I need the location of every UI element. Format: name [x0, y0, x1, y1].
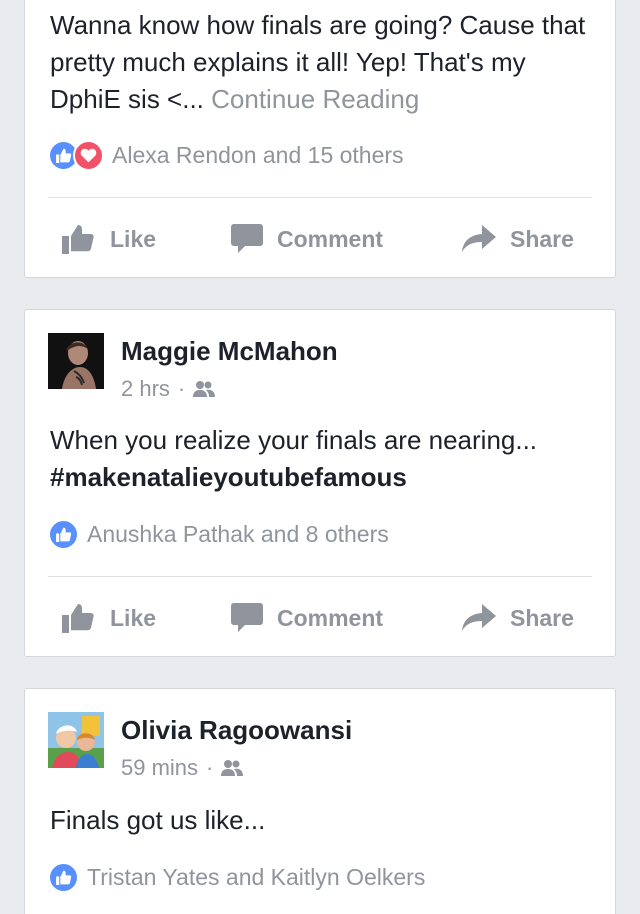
- feed-post: Wanna know how finals are going? Cause t…: [24, 0, 616, 278]
- speech-bubble-icon: [231, 224, 263, 253]
- comment-button[interactable]: Comment: [231, 593, 383, 643]
- comment-label: Comment: [277, 225, 384, 252]
- feed-post: Maggie McMahon 2 hrs · When you realize …: [24, 309, 616, 657]
- post-time[interactable]: 2 hrs: [121, 376, 170, 402]
- continue-reading-link[interactable]: Continue Reading: [211, 84, 419, 114]
- post-body: When you realize your finals are nearing…: [50, 425, 538, 455]
- post-meta: 59 mins ·: [121, 755, 244, 781]
- reactions-text: Tristan Yates and Kaitlyn Oelkers: [87, 863, 426, 890]
- like-label: Like: [110, 604, 157, 631]
- friends-icon: [193, 381, 216, 397]
- feed-post: Olivia Ragoowansi 59 mins · Finals got u…: [24, 688, 616, 914]
- reactions-text: Anushka Pathak and 8 others: [87, 520, 389, 547]
- like-label: Like: [110, 225, 157, 252]
- avatar[interactable]: [48, 333, 104, 389]
- reactions-summary[interactable]: Tristan Yates and Kaitlyn Oelkers: [48, 861, 425, 893]
- meta-separator: ·: [206, 755, 214, 780]
- friends-icon: [221, 760, 244, 776]
- reactions-text: Alexa Rendon and 15 others: [112, 141, 404, 168]
- avatar[interactable]: [48, 712, 104, 768]
- post-text: Wanna know how finals are going? Cause t…: [50, 7, 595, 118]
- like-reaction-icon: [48, 518, 79, 550]
- news-feed: Wanna know how finals are going? Cause t…: [0, 0, 640, 914]
- like-button[interactable]: Like: [62, 593, 156, 643]
- share-label: Share: [510, 225, 574, 252]
- comment-label: Comment: [277, 604, 384, 631]
- post-author[interactable]: Maggie McMahon: [121, 336, 338, 367]
- share-label: Share: [510, 604, 574, 631]
- post-time[interactable]: 59 mins: [121, 755, 198, 781]
- like-button[interactable]: Like: [62, 214, 156, 264]
- post-text: When you realize your finals are nearing…: [50, 422, 595, 496]
- hashtag-link[interactable]: #makenatalieyoutubefamous: [50, 459, 595, 496]
- action-bar: Like Comment Share: [25, 593, 615, 643]
- post-body: Finals got us like...: [50, 805, 266, 835]
- reactions-summary[interactable]: Alexa Rendon and 15 others: [48, 139, 404, 171]
- heart-reaction-icon: [73, 139, 104, 171]
- share-arrow-icon: [462, 225, 496, 252]
- post-text: Finals got us like...: [50, 802, 595, 839]
- thumbs-up-icon: [62, 225, 94, 254]
- share-button[interactable]: Share: [462, 593, 574, 643]
- post-meta: 2 hrs ·: [121, 376, 216, 402]
- divider: [48, 576, 592, 577]
- share-arrow-icon: [462, 604, 496, 631]
- like-reaction-icon: [48, 861, 79, 893]
- comment-button[interactable]: Comment: [231, 214, 383, 264]
- divider: [48, 197, 592, 198]
- post-author[interactable]: Olivia Ragoowansi: [121, 715, 352, 746]
- meta-separator: ·: [177, 376, 186, 401]
- thumbs-up-icon: [62, 604, 94, 633]
- share-button[interactable]: Share: [462, 214, 574, 264]
- reactions-summary[interactable]: Anushka Pathak and 8 others: [48, 518, 389, 550]
- action-bar: Like Comment Share: [25, 214, 615, 264]
- speech-bubble-icon: [231, 603, 263, 632]
